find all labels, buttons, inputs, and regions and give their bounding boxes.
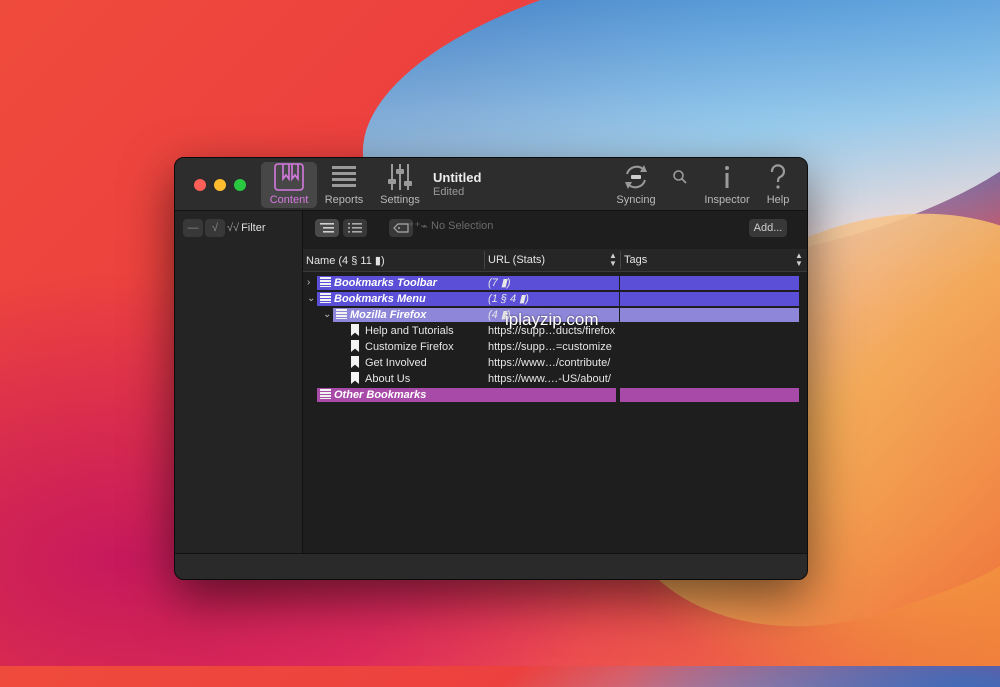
bookmark-name-cell: About Us (365, 373, 411, 385)
tags-column-header[interactable]: Tags (624, 254, 647, 266)
zoom-window-button[interactable] (234, 179, 246, 191)
syncing-label: Syncing (616, 194, 656, 206)
search-icon (669, 162, 691, 192)
folder-icon (320, 389, 331, 399)
bookmark-name-cell: Help and Tutorials (365, 325, 454, 337)
selection-icon: ⁺⁺⌁ (408, 219, 428, 233)
tags-sort-icon[interactable]: ▲ ▼ (795, 252, 803, 268)
search-button[interactable] (669, 162, 691, 208)
folder-name-cell: Bookmarks Toolbar (317, 276, 485, 290)
status-bar (175, 553, 807, 579)
sync-icon (611, 162, 661, 192)
list-icon (348, 223, 362, 233)
disclosure-down-icon[interactable]: ⌄ (307, 292, 317, 306)
syncing-button[interactable]: Syncing (611, 162, 661, 208)
url-cell (485, 388, 616, 402)
table-row[interactable]: Customize Firefox https://supp…=customiz… (303, 339, 807, 355)
collapse-button[interactable]: — (183, 219, 203, 237)
settings-tab-button[interactable]: Settings (375, 162, 425, 208)
folder-icon (320, 277, 331, 287)
info-icon (699, 162, 755, 192)
check-button[interactable]: √ (205, 219, 225, 237)
sidebar: — √ √√ Filter (175, 211, 303, 553)
table-row[interactable]: › Bookmarks Toolbar (7 ▮) (303, 275, 807, 291)
help-button[interactable]: Help (763, 162, 793, 208)
table-row[interactable]: Get Involved https://www…/contribute/ (303, 355, 807, 371)
filter-label: Filter (241, 222, 266, 234)
reports-tab-button[interactable]: Reports (321, 162, 367, 208)
minimize-window-button[interactable] (214, 179, 226, 191)
outline-icon (320, 223, 334, 233)
bookmark-name-cell: Customize Firefox (365, 341, 454, 353)
url-cell: (1 § 4 ▮) (485, 292, 619, 306)
tags-cell (620, 292, 799, 306)
folder-icon (320, 293, 331, 303)
table-row[interactable]: About Us https://www.…-US/about/ (303, 371, 807, 387)
titlebar: Content Reports Settings Untitled Edited… (175, 158, 807, 211)
bookmark-icon (351, 356, 359, 368)
help-label: Help (766, 194, 790, 206)
close-window-button[interactable] (194, 179, 206, 191)
table-row[interactable]: ⌄ Bookmarks Menu (1 § 4 ▮) (303, 291, 807, 307)
list-mode-button[interactable] (343, 219, 367, 237)
name-column-header[interactable]: Name (4 § 11 ▮) (306, 254, 385, 267)
disclosure-right-icon[interactable]: › (307, 276, 317, 290)
inspector-label: Inspector (704, 194, 750, 206)
app-window: Content Reports Settings Untitled Edited… (174, 157, 808, 580)
column-header: Name (4 § 11 ▮) URL (Stats) ▲ ▼ Tags ▲ ▼ (303, 249, 807, 272)
url-cell: https://www.…-US/about/ (488, 373, 611, 385)
inspector-button[interactable]: Inspector (699, 162, 755, 208)
column-divider[interactable] (620, 251, 621, 269)
url-cell: (7 ▮) (485, 276, 619, 290)
folder-name-cell: Other Bookmarks (317, 388, 485, 402)
bookmark-icon (351, 324, 359, 336)
bookmark-name-cell: Get Involved (365, 357, 427, 369)
url-column-header[interactable]: URL (Stats) (488, 254, 545, 266)
filter-check-icon: √√ (227, 222, 240, 234)
tags-cell (620, 276, 799, 290)
folder-icon (336, 309, 347, 319)
disclosure-down-icon[interactable]: ⌄ (323, 308, 333, 322)
url-sort-icon[interactable]: ▲ ▼ (609, 252, 617, 268)
add-button[interactable]: Add... (749, 219, 787, 237)
outline-view: ⁺⁺⌁ No Selection Add... Name (4 § 11 ▮) … (303, 211, 807, 553)
bookmark-icon (351, 340, 359, 352)
reports-label: Reports (324, 194, 364, 206)
tags-cell (620, 308, 799, 322)
question-mark-icon (763, 162, 793, 192)
watermark-text: iplayzip.com (505, 310, 599, 329)
content-label: Content (269, 194, 309, 206)
table-row[interactable]: Other Bookmarks (303, 387, 807, 403)
tag-icon (393, 223, 409, 233)
tags-cell (620, 388, 799, 402)
selection-status: No Selection (431, 220, 494, 232)
column-divider[interactable] (484, 251, 485, 269)
document-status: Edited (433, 186, 465, 198)
folder-name-cell: Bookmarks Menu (317, 292, 485, 306)
sliders-icon (375, 162, 425, 192)
reports-icon (321, 162, 367, 192)
folder-name-cell: Mozilla Firefox (333, 308, 485, 322)
settings-label: Settings (380, 194, 420, 206)
content-tab-button[interactable]: Content (261, 162, 317, 208)
sidebar-toolbar: — √ √√ Filter (175, 211, 302, 245)
outline-toolbar: ⁺⁺⌁ No Selection Add... (303, 211, 807, 245)
url-cell: https://supp…=customize (488, 341, 612, 353)
outline-mode-button[interactable] (315, 219, 339, 237)
filter-button[interactable]: √√ Filter (227, 219, 279, 237)
document-title: Untitled (433, 170, 482, 185)
bookmark-icon (351, 372, 359, 384)
bookmarks-icon (261, 162, 317, 192)
url-cell: https://www…/contribute/ (488, 357, 611, 369)
